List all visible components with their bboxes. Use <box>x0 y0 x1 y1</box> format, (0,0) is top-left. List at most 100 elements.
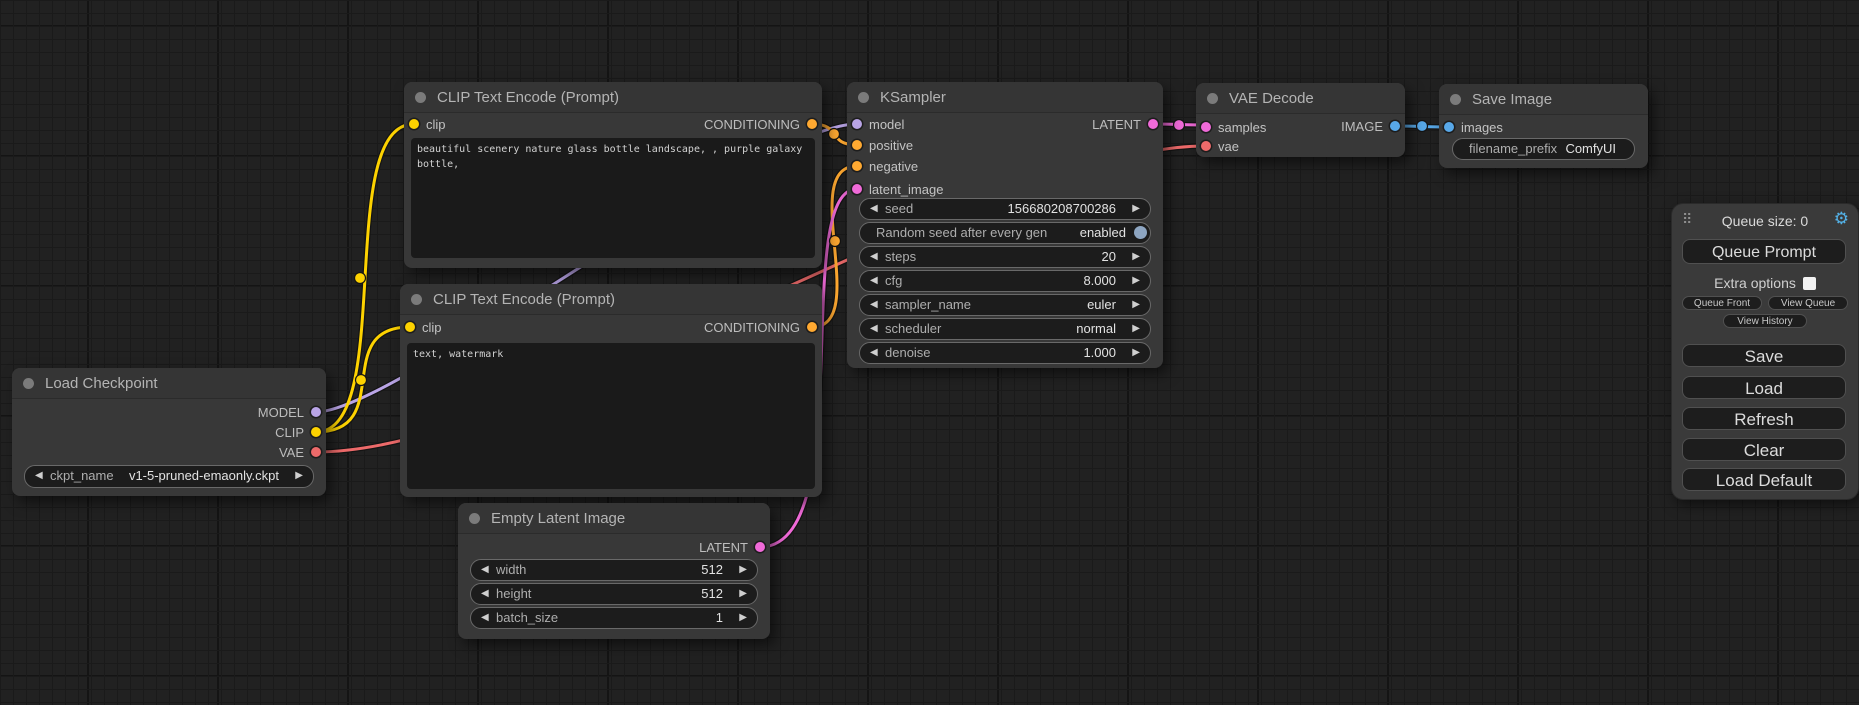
load-button[interactable]: Load <box>1682 376 1846 399</box>
port-dot-image[interactable] <box>1444 122 1454 132</box>
prompt-textarea[interactable]: beautiful scenery nature glass bottle la… <box>411 138 815 258</box>
port-label: CLIP <box>275 425 304 440</box>
widget-sampler-name[interactable]: ◀ sampler_name euler ▶ <box>859 294 1151 316</box>
widget-value[interactable]: 512 <box>701 560 723 580</box>
decrement-arrow-icon[interactable]: ◀ <box>870 271 878 291</box>
save-button[interactable]: Save <box>1682 344 1846 367</box>
port-dot-latent[interactable] <box>1148 119 1158 129</box>
port-in-latent-image: latent_image <box>847 179 1163 199</box>
node-title-bar[interactable]: CLIP Text Encode (Prompt) <box>404 82 822 113</box>
decrement-arrow-icon[interactable]: ◀ <box>481 608 489 628</box>
increment-arrow-icon[interactable]: ▶ <box>1132 319 1140 339</box>
widget-value[interactable]: v1-5-pruned-emaonly.ckpt <box>129 466 279 486</box>
port-label: images <box>1461 120 1503 135</box>
node-ksampler[interactable]: KSampler model LATENT positive negative … <box>847 82 1163 368</box>
decrement-arrow-icon[interactable]: ◀ <box>870 319 878 339</box>
port-label: VAE <box>279 445 304 460</box>
collapse-dot-icon[interactable] <box>411 294 422 305</box>
port-dot-conditioning[interactable] <box>852 161 862 171</box>
widget-label: ckpt_name <box>50 466 114 486</box>
collapse-dot-icon[interactable] <box>1207 93 1218 104</box>
widget-value[interactable]: 1.000 <box>1083 343 1116 363</box>
settings-gear-icon[interactable]: ⚙ <box>1834 210 1849 227</box>
node-title-bar[interactable]: Empty Latent Image <box>458 503 770 534</box>
extra-options-checkbox[interactable] <box>1803 277 1816 290</box>
widget-value[interactable]: ComfyUI <box>1565 139 1616 159</box>
widget-ckpt-name[interactable]: ◀ ckpt_name v1-5-pruned-emaonly.ckpt ▶ <box>24 465 314 488</box>
increment-arrow-icon[interactable]: ▶ <box>1132 247 1140 267</box>
node-empty-latent-image[interactable]: Empty Latent Image LATENT ◀ width 512 ▶ … <box>458 503 770 639</box>
widget-value[interactable]: 512 <box>701 584 723 604</box>
widget-scheduler[interactable]: ◀ scheduler normal ▶ <box>859 318 1151 340</box>
node-graph-canvas[interactable]: Load Checkpoint MODEL CLIP VAE ◀ ckpt_na… <box>0 0 1859 705</box>
increment-arrow-icon[interactable]: ▶ <box>1132 199 1140 219</box>
refresh-button[interactable]: Refresh <box>1682 407 1846 430</box>
decrement-arrow-icon[interactable]: ◀ <box>870 343 878 363</box>
collapse-dot-icon[interactable] <box>858 92 869 103</box>
widget-value[interactable]: 20 <box>1102 247 1116 267</box>
port-dot-conditioning[interactable] <box>807 322 817 332</box>
widget-batch-size[interactable]: ◀ batch_size 1 ▶ <box>470 607 758 629</box>
widget-value[interactable]: enabled <box>1080 223 1126 243</box>
collapse-dot-icon[interactable] <box>1450 94 1461 105</box>
clear-button[interactable]: Clear <box>1682 438 1846 461</box>
node-clip-text-encode-negative[interactable]: CLIP Text Encode (Prompt) clip CONDITION… <box>400 284 822 497</box>
node-title-bar[interactable]: Save Image <box>1439 84 1648 115</box>
widget-label: height <box>496 584 531 604</box>
decrement-arrow-icon[interactable]: ◀ <box>481 560 489 580</box>
node-title-bar[interactable]: CLIP Text Encode (Prompt) <box>400 284 822 315</box>
view-queue-button[interactable]: View Queue <box>1768 296 1848 310</box>
port-dot-latent[interactable] <box>852 184 862 194</box>
decrement-arrow-icon[interactable]: ◀ <box>35 466 43 486</box>
port-label: positive <box>869 138 913 153</box>
collapse-dot-icon[interactable] <box>469 513 480 524</box>
node-load-checkpoint[interactable]: Load Checkpoint MODEL CLIP VAE ◀ ckpt_na… <box>12 368 326 496</box>
queue-front-button[interactable]: Queue Front <box>1682 296 1762 310</box>
widget-filename-prefix[interactable]: filename_prefix ComfyUI <box>1452 138 1635 160</box>
widget-value[interactable]: 8.000 <box>1083 271 1116 291</box>
widget-height[interactable]: ◀ height 512 ▶ <box>470 583 758 605</box>
view-history-button[interactable]: View History <box>1723 314 1807 328</box>
port-dot-conditioning[interactable] <box>807 119 817 129</box>
toggle-enabled-icon[interactable] <box>1134 226 1147 239</box>
increment-arrow-icon[interactable]: ▶ <box>739 560 747 580</box>
port-dot-latent[interactable] <box>755 542 765 552</box>
port-dot-clip[interactable] <box>311 427 321 437</box>
collapse-dot-icon[interactable] <box>23 378 34 389</box>
node-vae-decode[interactable]: VAE Decode samples IMAGE vae <box>1196 83 1405 157</box>
widget-width[interactable]: ◀ width 512 ▶ <box>470 559 758 581</box>
queue-prompt-button[interactable]: Queue Prompt <box>1682 239 1846 264</box>
port-dot-conditioning[interactable] <box>852 140 862 150</box>
collapse-dot-icon[interactable] <box>415 92 426 103</box>
widget-value[interactable]: euler <box>1087 295 1116 315</box>
node-title-bar[interactable]: VAE Decode <box>1196 83 1405 114</box>
widget-value[interactable]: 1 <box>716 608 723 628</box>
decrement-arrow-icon[interactable]: ◀ <box>870 199 878 219</box>
increment-arrow-icon[interactable]: ▶ <box>739 584 747 604</box>
widget-denoise[interactable]: ◀ denoise 1.000 ▶ <box>859 342 1151 364</box>
widget-value[interactable]: 156680208700286 <box>1008 199 1116 219</box>
increment-arrow-icon[interactable]: ▶ <box>739 608 747 628</box>
decrement-arrow-icon[interactable]: ◀ <box>481 584 489 604</box>
widget-seed[interactable]: ◀ seed 156680208700286 ▶ <box>859 198 1151 220</box>
node-title-bar[interactable]: Load Checkpoint <box>12 368 326 399</box>
increment-arrow-icon[interactable]: ▶ <box>1132 271 1140 291</box>
widget-random-seed-toggle[interactable]: Random seed after every gen enabled <box>859 222 1151 244</box>
widget-steps[interactable]: ◀ steps 20 ▶ <box>859 246 1151 268</box>
port-dot-image[interactable] <box>1390 121 1400 131</box>
load-default-button[interactable]: Load Default <box>1682 468 1846 491</box>
node-clip-text-encode-positive[interactable]: CLIP Text Encode (Prompt) clip CONDITION… <box>404 82 822 268</box>
node-save-image[interactable]: Save Image images filename_prefix ComfyU… <box>1439 84 1648 168</box>
port-dot-model[interactable] <box>311 407 321 417</box>
increment-arrow-icon[interactable]: ▶ <box>1132 295 1140 315</box>
decrement-arrow-icon[interactable]: ◀ <box>870 295 878 315</box>
increment-arrow-icon[interactable]: ▶ <box>1132 343 1140 363</box>
port-dot-vae[interactable] <box>311 447 321 457</box>
widget-cfg[interactable]: ◀ cfg 8.000 ▶ <box>859 270 1151 292</box>
prompt-textarea[interactable]: text, watermark <box>407 343 815 489</box>
port-dot-vae[interactable] <box>1201 141 1211 151</box>
widget-value[interactable]: normal <box>1076 319 1116 339</box>
decrement-arrow-icon[interactable]: ◀ <box>870 247 878 267</box>
increment-arrow-icon[interactable]: ▶ <box>295 466 303 486</box>
node-title-bar[interactable]: KSampler <box>847 82 1163 113</box>
